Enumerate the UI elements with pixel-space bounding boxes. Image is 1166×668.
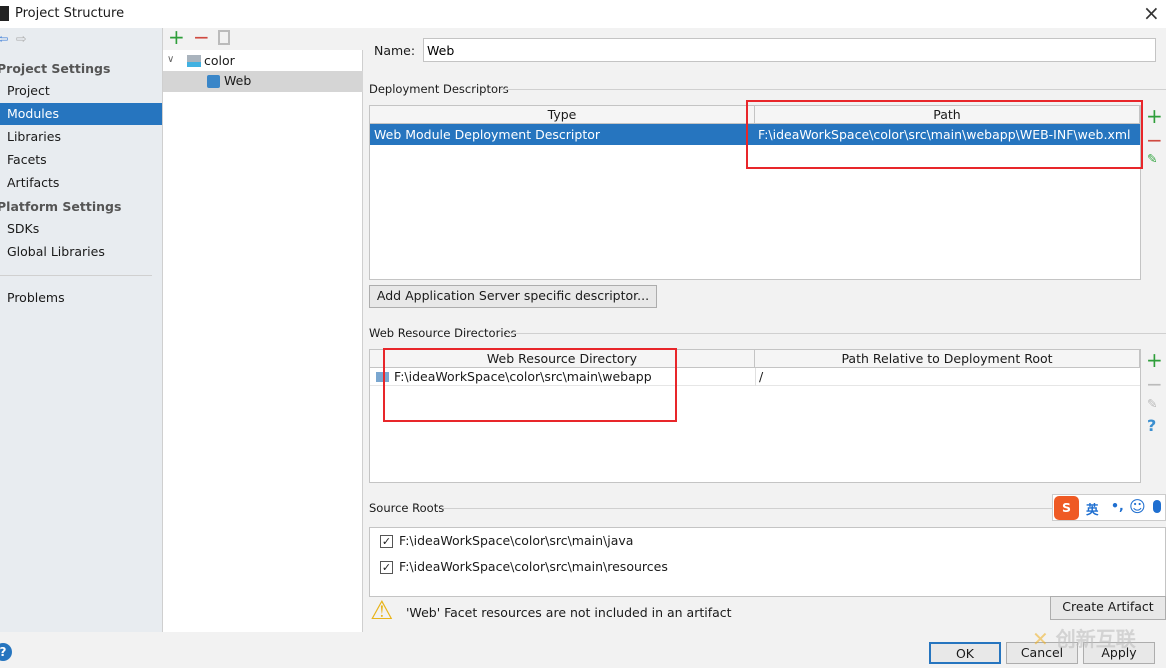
tree-item-web-label: Web <box>224 73 252 88</box>
highlight-box <box>746 100 1143 169</box>
name-label: Name: <box>374 43 416 58</box>
tree-item-web[interactable]: Web <box>163 71 363 92</box>
warning-icon: ⚠ <box>370 596 394 626</box>
highlight-box <box>383 348 677 422</box>
ok-button[interactable]: OK <box>929 642 1001 664</box>
ime-toolbar: S 英 •, ☺ <box>1052 494 1166 521</box>
ime-punctuation[interactable]: •, <box>1111 498 1124 513</box>
window-title: Project Structure <box>15 6 125 21</box>
help-button[interactable]: ? <box>0 643 12 661</box>
tree-toolbar: + − <box>163 25 363 50</box>
source-root-item: F:\ideaWorkSpace\color\src\main\java <box>399 533 634 548</box>
edit-pencil-icon[interactable]: ✎ <box>1147 151 1157 166</box>
source-root-checkbox[interactable]: ✓ <box>380 535 393 548</box>
help-icon[interactable]: ? <box>1147 416 1156 435</box>
web-module-icon <box>207 75 220 88</box>
add-directory-icon[interactable]: + <box>1146 348 1163 372</box>
edit-pencil-icon: ✎ <box>1147 396 1158 411</box>
sidebar-item-modules[interactable]: Modules <box>0 103 162 125</box>
watermark-text: 创新互联 <box>1055 627 1136 651</box>
copy-icon[interactable] <box>218 30 230 45</box>
back-icon[interactable]: ⇦ <box>0 31 8 46</box>
sidebar-item-project[interactable]: Project <box>0 80 162 102</box>
chevron-down-icon[interactable]: ∨ <box>167 54 174 65</box>
add-server-descriptor-button[interactable]: Add Application Server specific descript… <box>369 285 657 308</box>
ime-language[interactable]: 英 <box>1086 499 1099 518</box>
web-resource-directories-title: Web Resource Directories <box>369 326 517 340</box>
title-bar: Project Structure × <box>0 0 1166 28</box>
sogou-logo-icon: S <box>1054 496 1079 520</box>
app-icon <box>0 6 9 21</box>
warning-text: 'Web' Facet resources are not included i… <box>406 605 732 620</box>
source-root-item: F:\ideaWorkSpace\color\src\main\resource… <box>399 559 668 574</box>
sidebar: ⇦ ⇨ Project Settings Project Modules Lib… <box>0 28 163 632</box>
remove-directory-icon: − <box>1146 372 1163 396</box>
sidebar-item-libraries[interactable]: Libraries <box>0 126 162 148</box>
cell-type: Web Module Deployment Descriptor <box>374 127 601 142</box>
cell-relative-path: / <box>759 369 764 384</box>
deployment-descriptors-title: Deployment Descriptors <box>369 82 509 96</box>
remove-icon[interactable]: − <box>193 25 210 49</box>
name-input[interactable] <box>423 38 1156 62</box>
source-roots-title: Source Roots <box>369 501 445 515</box>
close-button[interactable]: × <box>1143 1 1160 25</box>
sidebar-item-sdks[interactable]: SDKs <box>0 218 162 240</box>
forward-icon[interactable]: ⇨ <box>16 31 26 46</box>
divider <box>442 508 1052 509</box>
emoji-icon[interactable]: ☺ <box>1129 497 1146 516</box>
source-roots-list: ✓ F:\ideaWorkSpace\color\src\main\java ✓… <box>369 527 1166 597</box>
divider <box>500 89 1166 90</box>
divider <box>0 275 152 276</box>
sidebar-item-facets[interactable]: Facets <box>0 149 162 171</box>
watermark-logo-icon: ✕ <box>1032 627 1049 651</box>
add-icon[interactable]: + <box>168 25 185 49</box>
microphone-icon[interactable] <box>1153 500 1161 513</box>
folder-icon <box>187 55 201 67</box>
sidebar-item-global-libraries[interactable]: Global Libraries <box>0 241 162 263</box>
source-root-checkbox[interactable]: ✓ <box>380 561 393 574</box>
remove-descriptor-icon[interactable]: − <box>1146 128 1163 152</box>
project-settings-header: Project Settings <box>0 61 111 76</box>
tree-item-color[interactable]: color <box>204 53 235 68</box>
divider <box>507 333 1166 334</box>
platform-settings-header: Platform Settings <box>0 199 122 214</box>
sidebar-item-artifacts[interactable]: Artifacts <box>0 172 162 194</box>
create-artifact-button[interactable]: Create Artifact <box>1050 596 1166 620</box>
add-descriptor-icon[interactable]: + <box>1146 104 1163 128</box>
column-header-type[interactable]: Type <box>370 106 755 124</box>
sidebar-item-problems[interactable]: Problems <box>0 287 162 309</box>
column-header-path-relative[interactable]: Path Relative to Deployment Root <box>755 350 1140 368</box>
column-divider <box>755 368 756 386</box>
module-tree: + − ∨ color Web <box>163 25 363 632</box>
watermark: ✕ 创新互联 <box>1032 623 1136 652</box>
